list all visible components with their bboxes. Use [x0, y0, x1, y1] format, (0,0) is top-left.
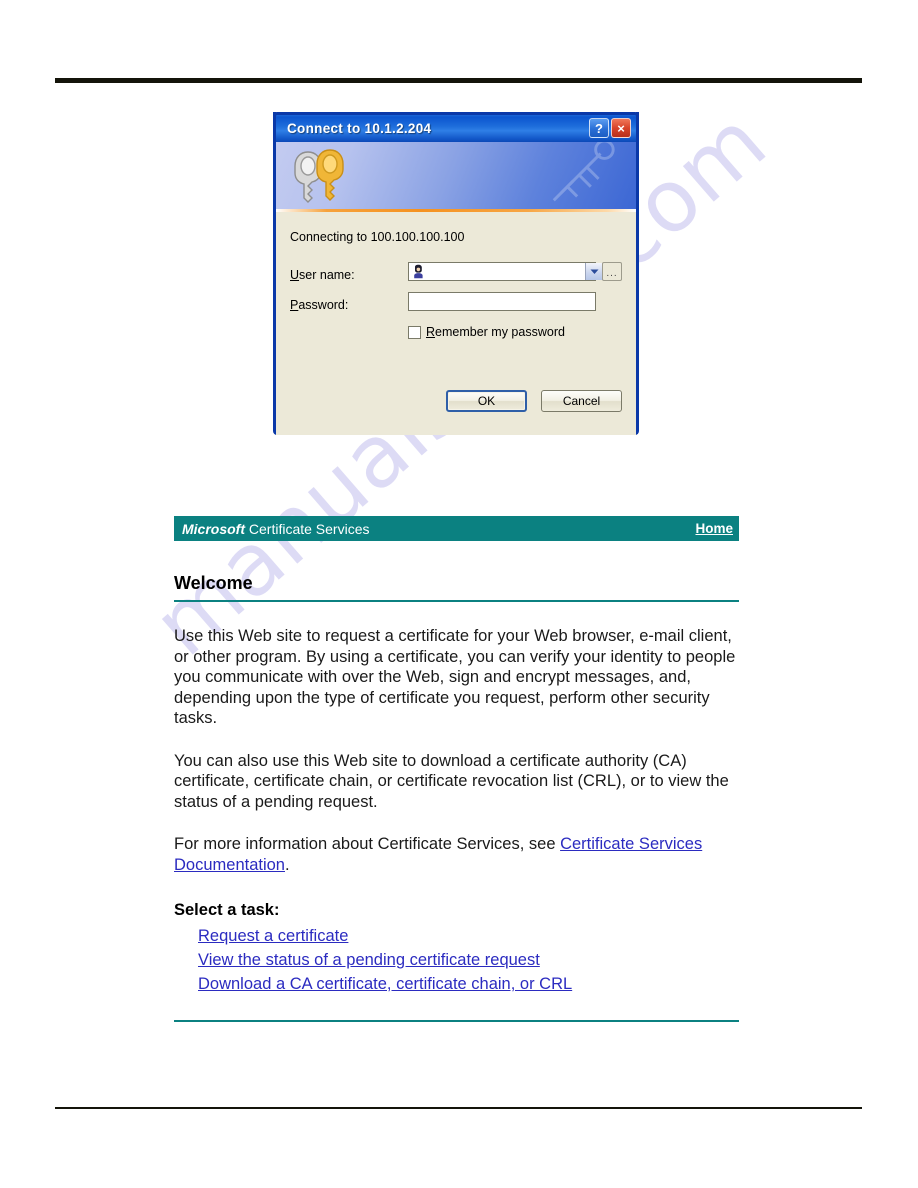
username-input[interactable] — [426, 264, 585, 279]
brand-microsoft: Microsoft — [182, 520, 245, 537]
help-icon[interactable]: ? — [589, 118, 609, 138]
cert-services-header: Microsoft Certificate Services Home — [174, 516, 739, 541]
dialog-body: Connecting to 100.100.100.100 User name:… — [276, 212, 636, 435]
page-bottom-teal-rule — [174, 1020, 739, 1022]
connecting-to-text: Connecting to 100.100.100.100 — [290, 230, 465, 244]
certificate-services-page: Microsoft Certificate Services Home Welc… — [174, 516, 739, 1022]
brand-product: Certificate Services — [245, 520, 370, 537]
connect-authentication-dialog: Connect to 10.1.2.204 ? × Connecting to … — [273, 112, 639, 435]
dialog-title: Connect to 10.1.2.204 — [287, 121, 432, 136]
password-label-rest: assword: — [298, 298, 349, 312]
cancel-button[interactable]: Cancel — [541, 390, 622, 412]
user-icon — [411, 264, 426, 279]
cert-services-brand: Microsoft Certificate Services — [182, 521, 369, 537]
username-label-accelerator: U — [290, 268, 300, 282]
browse-users-button[interactable]: ... — [602, 262, 622, 281]
page-title: Welcome — [174, 573, 253, 593]
intro-paragraph-2: You can also use this Web site to downlo… — [174, 751, 729, 811]
task-download-ca-certificate[interactable]: Download a CA certificate, certificate c… — [198, 972, 739, 996]
dialog-titlebar[interactable]: Connect to 10.1.2.204 ? × — [273, 112, 639, 142]
password-label: Password: — [290, 298, 348, 312]
ok-button[interactable]: OK — [446, 390, 527, 412]
select-task-heading: Select a task: — [174, 901, 280, 919]
task-list: Request a certificate View the status of… — [174, 924, 739, 996]
username-label: User name: — [290, 268, 355, 282]
username-combobox[interactable] — [408, 262, 603, 281]
title-underline-rule — [174, 600, 739, 602]
home-link[interactable]: Home — [695, 521, 733, 536]
page-bottom-rule — [55, 1107, 862, 1109]
task-request-certificate[interactable]: Request a certificate — [198, 924, 739, 948]
remember-password-label: Remember my password — [426, 325, 565, 339]
username-label-rest: ser name: — [299, 268, 355, 282]
documentation-prefix: For more information about Certificate S… — [174, 835, 561, 853]
ghost-key-watermark-icon — [552, 142, 615, 202]
remember-label-accelerator: R — [426, 325, 436, 339]
chevron-down-icon[interactable] — [585, 263, 603, 280]
close-icon[interactable]: × — [611, 118, 631, 138]
remember-password-checkbox[interactable] — [408, 325, 421, 339]
titlebar-buttons: ? × — [589, 118, 631, 138]
password-input[interactable] — [408, 292, 596, 311]
intro-paragraph-1: Use this Web site to request a certifica… — [174, 627, 736, 727]
remember-label-rest: emember my password — [435, 325, 565, 339]
task-view-pending-status[interactable]: View the status of a pending certificate… — [198, 948, 739, 972]
remember-password-row[interactable]: Remember my password — [408, 325, 565, 339]
documentation-suffix: . — [284, 855, 290, 874]
page-top-rule — [55, 78, 862, 83]
keys-icon — [294, 149, 344, 203]
intro-paragraph-3: For more information about Certificate S… — [174, 834, 739, 875]
dialog-banner — [276, 142, 636, 209]
dialog-buttons: OK Cancel — [446, 390, 622, 412]
